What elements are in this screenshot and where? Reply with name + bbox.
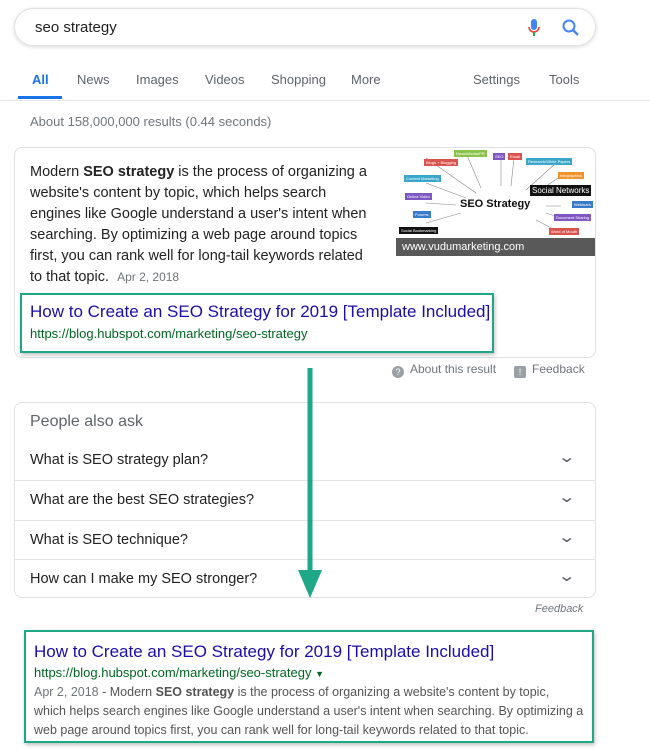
diagram-label: Infographics (558, 172, 584, 179)
search-box[interactable]: seo strategy (14, 8, 596, 46)
diagram-label: Forums (413, 211, 431, 218)
separator: - (98, 685, 110, 699)
diagram-center: SEO Strategy (460, 198, 531, 210)
snippet-feedback[interactable]: ! Feedback (514, 362, 585, 378)
diagram-label: Word of Mouth (549, 228, 580, 235)
question-text: What are the best SEO strategies? (30, 492, 255, 508)
magnifier-icon[interactable] (561, 18, 581, 38)
tab-all[interactable]: All (32, 72, 49, 87)
about-this-result[interactable]: ? About this result (392, 362, 496, 378)
question-text: What is SEO strategy plan? (30, 452, 209, 468)
desc-pre: Modern (109, 685, 156, 699)
diagram-label: Research/White Papers (526, 158, 573, 165)
result-date: Apr 2, 2018 (34, 685, 99, 699)
diagram-label: Blogs + Blogging (424, 159, 459, 166)
diagram-label: News/Media/PR (454, 150, 487, 157)
tab-images[interactable]: Images (136, 72, 179, 87)
question-text: How can I make my SEO stronger? (30, 571, 258, 587)
diagram-label: Online Video (405, 193, 432, 200)
chevron-down-icon: ⌄ (556, 568, 576, 585)
diagram-label: Social Networks (530, 185, 592, 196)
paa-heading: People also ask (30, 413, 143, 430)
about-label: About this result (410, 362, 497, 376)
result-count: About 158,000,000 results (0.44 seconds) (30, 114, 272, 129)
snippet-url: https://blog.hubspot.com/marketing/seo-s… (30, 326, 308, 341)
snippet-date: Apr 2, 2018 (117, 270, 180, 284)
search-input[interactable]: seo strategy (35, 19, 117, 36)
snippet-image[interactable]: News/Media/PR SEO Email Blogs + Blogging… (396, 148, 595, 258)
result-title-link[interactable]: How to Create an SEO Strategy for 2019 [… (34, 642, 584, 662)
tab-more[interactable]: More (351, 72, 381, 87)
snippet-text: Modern SEO strategy is the process of or… (30, 162, 375, 288)
tab-tools[interactable]: Tools (549, 72, 579, 87)
divider (0, 100, 650, 101)
result-url: https://blog.hubspot.com/marketing/seo-s… (34, 665, 584, 680)
diagram-label: Document Sharing (554, 214, 592, 221)
image-caption: www.vudumarketing.com (396, 238, 595, 256)
diagram-label: Email (508, 153, 523, 160)
diagram-label: Social Bookmarking (399, 227, 439, 234)
snippet-highlight-box: How to Create an SEO Strategy for 2019 [… (20, 293, 494, 353)
snippet-text-post: is the process of organizing a website's… (30, 164, 367, 285)
diagram-label: Content Marketing (404, 175, 441, 182)
feedback-label: Feedback (532, 362, 585, 376)
caret-down-icon[interactable]: ▼ (315, 669, 324, 679)
snippet-text-pre: Modern (30, 164, 84, 180)
paa-feedback[interactable]: Feedback (535, 603, 583, 615)
question-text: What is SEO technique? (30, 532, 188, 548)
snippet-bold: SEO strategy (83, 164, 175, 180)
result-description: Apr 2, 2018 - Modern SEO strategy is the… (34, 683, 584, 740)
chevron-down-icon: ⌄ (556, 489, 576, 506)
question-icon: ? (392, 366, 404, 378)
microphone-icon[interactable] (527, 18, 541, 38)
diagram-label: Webinars (572, 201, 593, 208)
tab-news[interactable]: News (77, 72, 110, 87)
down-arrow-icon (298, 368, 322, 598)
result-url-text: https://blog.hubspot.com/marketing/seo-s… (34, 665, 312, 680)
chevron-down-icon: ⌄ (556, 529, 576, 546)
tab-settings[interactable]: Settings (473, 72, 520, 87)
diagram-label: SEO (493, 153, 506, 160)
feedback-icon: ! (514, 366, 526, 378)
desc-bold: SEO strategy (155, 685, 235, 699)
tab-shopping[interactable]: Shopping (271, 72, 326, 87)
tab-videos[interactable]: Videos (205, 72, 245, 87)
organic-result-highlight: How to Create an SEO Strategy for 2019 [… (24, 630, 594, 743)
active-tab-indicator (18, 96, 62, 99)
snippet-title-link[interactable]: How to Create an SEO Strategy for 2019 [… (30, 302, 490, 322)
chevron-down-icon: ⌄ (556, 449, 576, 466)
